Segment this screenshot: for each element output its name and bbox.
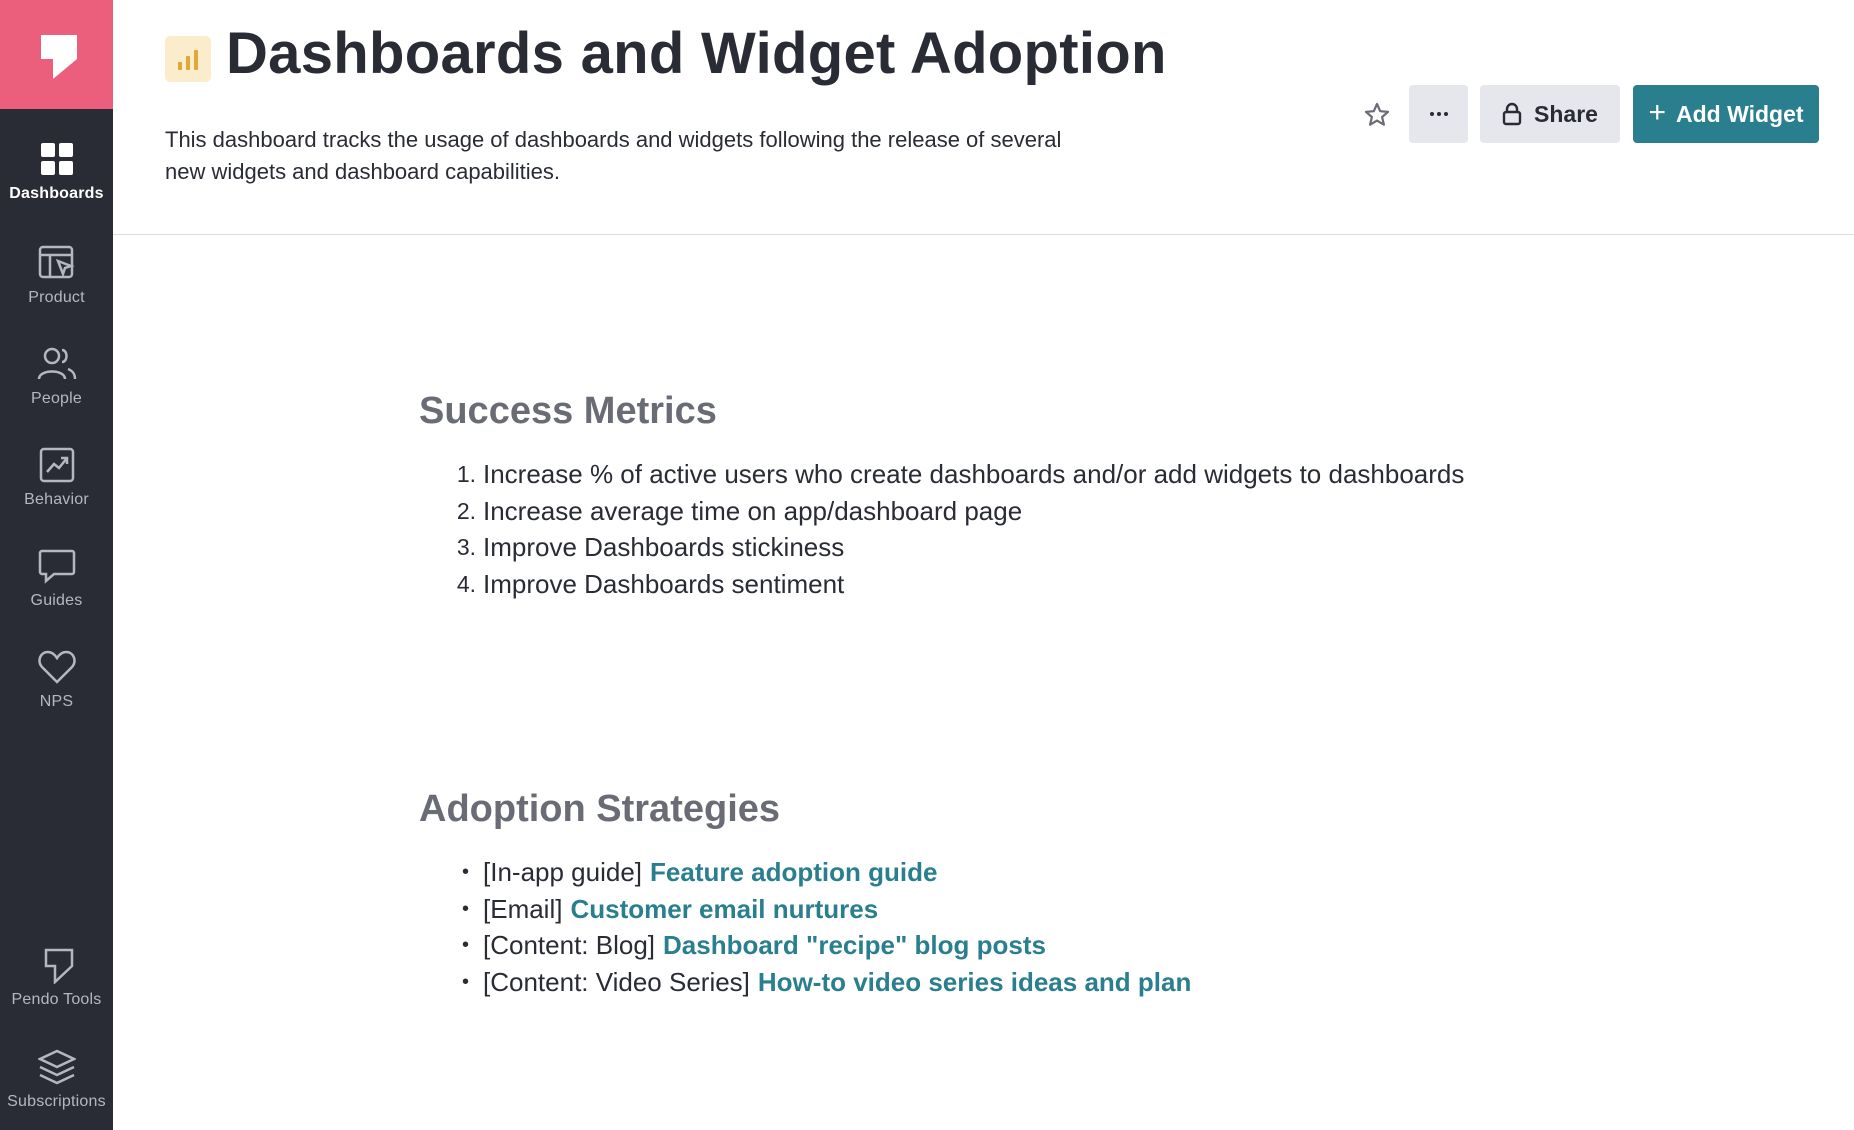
bullet-icon: • [461, 970, 469, 993]
list-item: • [Content: Blog] Dashboard "recipe" blog … [419, 927, 1191, 964]
sidebar-item-nps[interactable]: NPS [0, 634, 113, 724]
sidebar: Dashboards Product People Behavior Guide… [0, 0, 113, 1130]
sidebar-item-pendo-tools[interactable]: Pendo Tools [0, 932, 113, 1022]
sidebar-item-label: People [30, 390, 83, 407]
ellipsis-icon [1428, 112, 1449, 116]
favorite-button[interactable] [1351, 93, 1403, 137]
success-metrics-heading: Success Metrics [419, 390, 717, 432]
heart-icon [37, 647, 77, 687]
bullet-icon: • [461, 897, 469, 920]
bullet-icon: • [461, 861, 469, 883]
share-button[interactable]: Share [1480, 85, 1620, 143]
dashboards-icon [37, 139, 77, 179]
sidebar-item-label: Product [28, 289, 85, 306]
add-widget-button-label: Add Widget [1675, 100, 1804, 127]
more-options-button[interactable] [1409, 85, 1468, 143]
sidebar-item-label: NPS [39, 693, 74, 710]
sidebar-item-subscriptions[interactable]: Subscriptions [0, 1034, 113, 1124]
sidebar-item-label: Pendo Tools [11, 991, 102, 1008]
dashboard-chart-icon [165, 36, 211, 82]
list-item: 1. Increase % of active users who create … [456, 459, 1465, 489]
sidebar-item-people[interactable]: People [0, 331, 113, 421]
list-item: • [Content: Video Series] How-to video ser… [419, 964, 1191, 1001]
sidebar-item-dashboards[interactable]: Dashboards [0, 126, 113, 216]
video-series-link[interactable]: How-to video series ideas and plan [758, 964, 1191, 1001]
list-item: 2. Increase average time on app/dashboard… [456, 495, 1023, 526]
pendo-tools-icon [37, 945, 77, 985]
product-icon [37, 243, 77, 283]
bullet-icon: • [461, 934, 469, 956]
dashboard-description: This dashboard tracks the usage of dashb… [165, 127, 1062, 184]
share-button-label: Share [1534, 100, 1598, 127]
guides-icon [37, 546, 77, 586]
lock-icon [1502, 102, 1522, 126]
page-title: Dashboards and Widget Adoption [226, 21, 1167, 86]
plus-icon: + [1648, 95, 1666, 129]
sidebar-item-behavior[interactable]: Behavior [0, 432, 113, 522]
list-item: 4. Improve Dashboards sentiment [456, 568, 845, 599]
sidebar-item-label: Dashboards [9, 185, 104, 202]
customer-email-nurtures-link[interactable]: Customer email nurtures [570, 891, 878, 928]
success-metrics-list: 1. Increase % of active users who create … [419, 456, 1465, 602]
people-icon [37, 344, 77, 384]
list-item: • [Email] Customer email nurtures [419, 891, 1191, 928]
list-item: • [In-app guide] Feature adoption guide [419, 854, 1191, 891]
feature-adoption-guide-link[interactable]: Feature adoption guide [650, 854, 937, 891]
list-item: 3. Improve Dashboards stickiness [456, 532, 845, 562]
layers-icon [37, 1047, 77, 1087]
pendo-logo[interactable] [0, 0, 113, 109]
sidebar-item-label: Behavior [24, 491, 89, 508]
pendo-logo-icon [40, 34, 77, 79]
blog-posts-link[interactable]: Dashboard "recipe" blog posts [663, 927, 1046, 964]
star-icon [1364, 102, 1390, 126]
sidebar-item-label: Guides [30, 592, 83, 609]
adoption-strategies-list: • [In-app guide] Feature adoption guide •[… [419, 854, 1191, 1000]
behavior-icon [37, 445, 77, 485]
adoption-strategies-heading: Adoption Strategies [419, 788, 781, 830]
sidebar-item-product[interactable]: Product [0, 230, 113, 320]
sidebar-item-label: Subscriptions [7, 1093, 106, 1110]
sidebar-item-guides[interactable]: Guides [0, 533, 113, 623]
add-widget-button[interactable]: + Add Widget [1633, 85, 1819, 143]
dashboard-header: Dashboards and Widget Adoption This dash… [113, 0, 1854, 235]
